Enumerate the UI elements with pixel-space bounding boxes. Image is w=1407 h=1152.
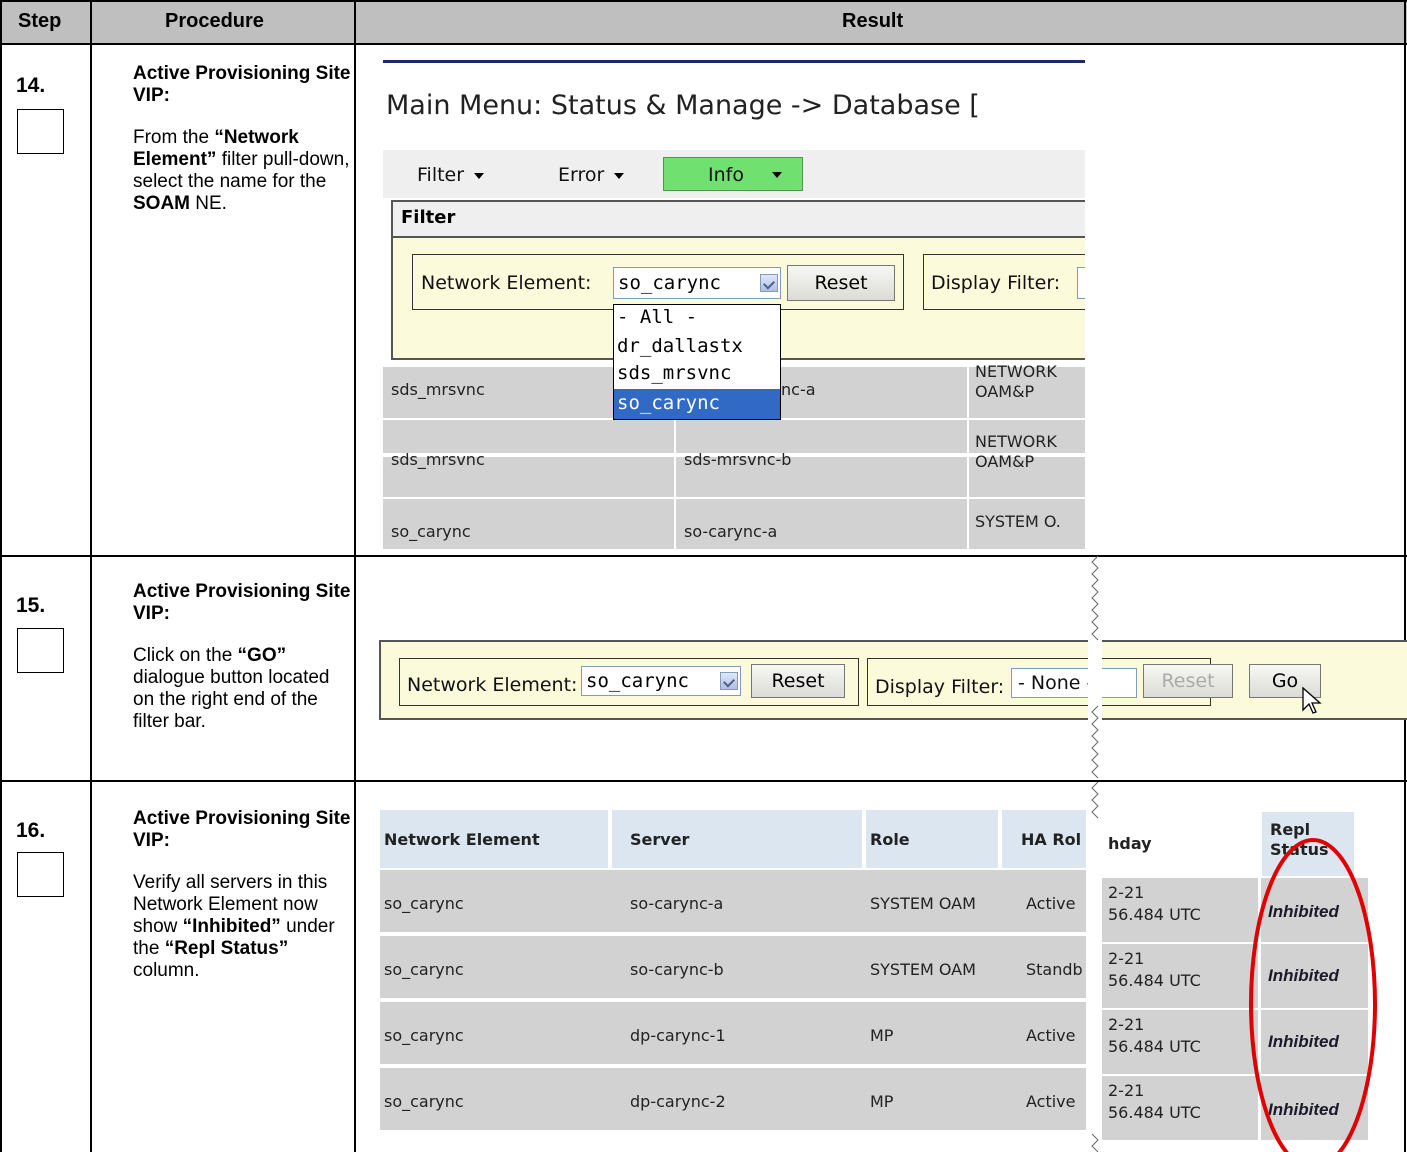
cell-role: MP	[870, 1092, 894, 1111]
filter-tab[interactable]: Filter	[417, 164, 485, 186]
cell-ne: sds_mrsvnc	[391, 450, 485, 469]
ne-dropdown-list: - All - dr_dallastx sds_mrsvnc so_carync	[613, 304, 781, 420]
column-divider	[967, 367, 969, 552]
info-tab[interactable]: Info	[663, 157, 803, 191]
cell-ha-role: Active	[1026, 1092, 1076, 1111]
grid-line	[0, 43, 1407, 45]
cell-server: so-carync-b	[630, 960, 724, 979]
cell-server: dp-carync-2	[630, 1092, 726, 1111]
cell-server: sds-mrsvnc-b	[684, 450, 792, 469]
step-checkbox[interactable]	[17, 852, 64, 897]
error-tab[interactable]: Error	[558, 164, 625, 186]
caret-down-icon	[474, 172, 485, 179]
dropdown-option-selected[interactable]: so_carync	[614, 389, 780, 419]
header-server: Server	[630, 830, 690, 849]
step-number: 15.	[16, 594, 46, 617]
dropdown-option[interactable]: - All -	[617, 306, 697, 328]
cell-date: 2-21 56.484 UTC	[1108, 883, 1201, 924]
header-ha-role: HA Rol	[1021, 830, 1082, 849]
reset-button[interactable]: Reset	[787, 265, 895, 301]
caret-down-icon	[614, 172, 625, 179]
cell-role: SYSTEM OAM	[870, 894, 976, 913]
header-role: Role	[870, 830, 910, 849]
cell-role: SYSTEM O.	[975, 512, 1061, 531]
filter-bar-screenshot: Network Element: so_carync Reset Display…	[379, 640, 1407, 720]
cell-role: SYSTEM OAM	[870, 960, 976, 979]
header-birthday: hday	[1108, 834, 1152, 853]
procedure-title: Active Provisioning Site VIP:	[133, 581, 351, 624]
table-row	[380, 936, 1086, 998]
cell-ne: so_carync	[384, 960, 464, 979]
grid-line	[0, 0, 2, 1152]
procedure-title: Active Provisioning Site VIP:	[133, 63, 351, 106]
title-rule	[383, 60, 1085, 63]
grid-line	[0, 555, 1407, 557]
display-filter-label: Display Filter:	[875, 676, 1005, 698]
highlight-ellipse-annotation	[1249, 838, 1377, 1152]
caret-down-icon	[772, 172, 782, 178]
table-row	[380, 870, 1086, 932]
header-step: Step	[18, 10, 62, 32]
grid-line	[1404, 0, 1406, 640]
reset-button[interactable]: Reset	[751, 664, 845, 698]
ne-select[interactable]: so_carync	[581, 666, 741, 696]
grid-line	[354, 0, 356, 1152]
cell-ne: so_carync	[384, 894, 464, 913]
procedure-title: Active Provisioning Site VIP:	[133, 808, 351, 851]
display-filter-select[interactable]	[1077, 267, 1085, 299]
cell-ha-role: Active	[1026, 894, 1076, 913]
ne-label: Network Element:	[421, 272, 592, 294]
grid-line	[1404, 720, 1406, 1152]
page-title: Main Menu: Status & Manage -> Database [	[386, 90, 980, 121]
header-procedure: Procedure	[165, 10, 264, 32]
header-network-element: Network Element	[384, 830, 540, 849]
cell-role: NETWORK OAM&P	[975, 362, 1057, 401]
display-filter-label: Display Filter:	[931, 272, 1061, 294]
procedure-text: Active Provisioning Site VIP: Verify all…	[133, 808, 351, 981]
torn-edge-line	[1091, 782, 1099, 1152]
chevron-down-icon	[720, 672, 738, 690]
procedure-text: Active Provisioning Site VIP: From the “…	[133, 63, 351, 214]
procedure-text: Active Provisioning Site VIP: Click on t…	[133, 581, 351, 732]
cell-date: 2-21 56.484 UTC	[1108, 1015, 1201, 1056]
grid-line	[90, 0, 92, 1152]
table-row	[380, 1002, 1086, 1064]
reset-button-disabled[interactable]: Reset	[1143, 664, 1233, 698]
step-checkbox[interactable]	[17, 628, 64, 673]
filter-heading: Filter	[401, 207, 456, 228]
cell-ne: sds_mrsvnc	[391, 380, 485, 399]
cell-ne: so_carync	[384, 1026, 464, 1045]
cell-ha-role: Active	[1026, 1026, 1076, 1045]
chevron-down-icon	[760, 274, 778, 292]
display-filter-select[interactable]: - None -	[1011, 668, 1137, 698]
cell-role: MP	[870, 1026, 894, 1045]
screenshot-filter-dropdown: Main Menu: Status & Manage -> Database […	[383, 60, 1085, 552]
cell-role: NETWORK OAM&P	[975, 432, 1057, 471]
grid-line	[0, 0, 1407, 2]
cell-ne: so_carync	[391, 522, 471, 541]
dropdown-option[interactable]: sds_mrsvnc	[617, 362, 731, 384]
torn-edge-line	[1091, 556, 1099, 779]
step-number: 14.	[16, 74, 46, 97]
table-row	[380, 1068, 1086, 1130]
cell-server: dp-carync-1	[630, 1026, 726, 1045]
ne-select[interactable]: so_carync	[613, 267, 781, 299]
ne-label: Network Element:	[407, 674, 578, 696]
cell-server: so-carync-a	[630, 894, 724, 913]
dropdown-option[interactable]: dr_dallastx	[617, 335, 743, 357]
cell-date: 2-21 56.484 UTC	[1108, 1081, 1201, 1122]
cell-ne: so_carync	[384, 1092, 464, 1111]
cell-server: nc-a	[781, 380, 816, 399]
mouse-cursor-icon	[1302, 686, 1322, 714]
header-result: Result	[842, 10, 904, 32]
cell-ha-role: Standb	[1026, 960, 1083, 979]
server-status-table: Network Element Server Role HA Rol so_ca…	[380, 810, 1086, 1142]
step-number: 16.	[16, 819, 46, 842]
cell-date: 2-21 56.484 UTC	[1108, 949, 1201, 990]
filter-panel-heading-bar	[393, 202, 1085, 238]
step-checkbox[interactable]	[17, 109, 64, 154]
cell-server: so-carync-a	[684, 522, 778, 541]
grid-line	[0, 780, 1407, 782]
